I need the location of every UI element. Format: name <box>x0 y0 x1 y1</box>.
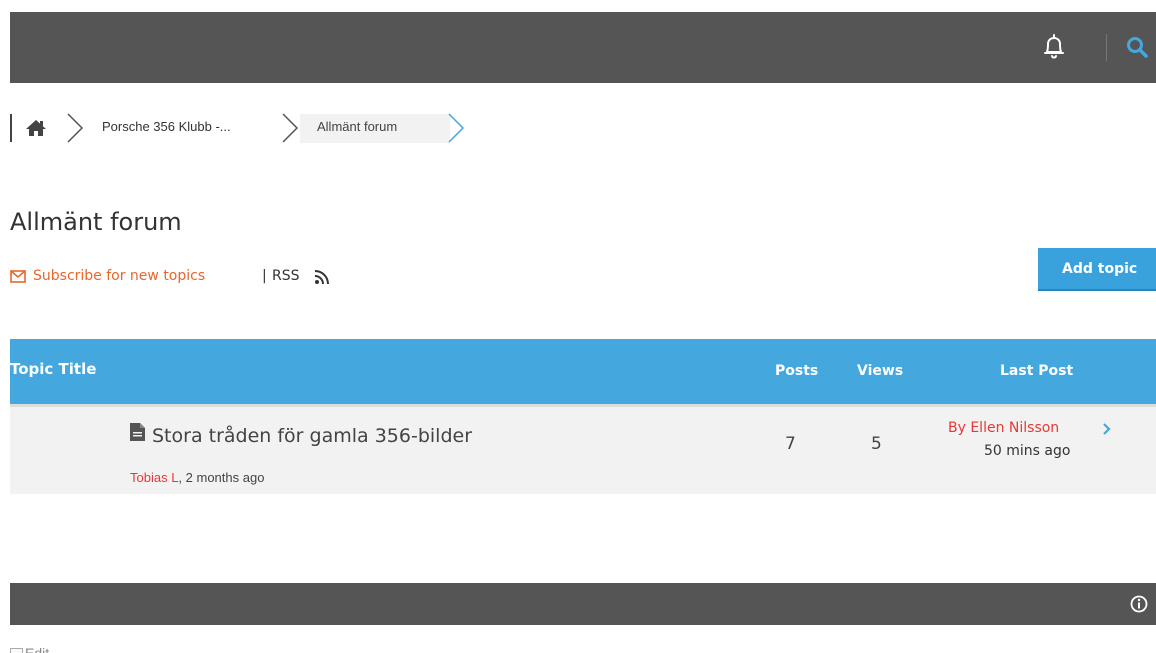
column-header-last-post: Last Post <box>1000 363 1074 379</box>
topic-meta: Tobias L, 2 months ago <box>130 470 264 485</box>
rss-link[interactable]: RSS <box>272 268 300 284</box>
breadcrumb-divider <box>10 114 12 142</box>
info-icon[interactable] <box>1130 595 1148 613</box>
topics-table: Topic Title Posts Views Last Post Stora … <box>10 339 1156 494</box>
column-header-views: Views <box>857 363 904 379</box>
link-separator: | <box>262 268 267 284</box>
chevron-right-icon <box>448 113 465 143</box>
topic-author-link[interactable]: Tobias L <box>130 470 178 485</box>
posts-count: 7 <box>785 434 796 454</box>
last-post-time: 50 mins ago <box>984 443 1071 459</box>
last-post-author-link[interactable]: By Ellen Nilsson <box>948 420 1059 436</box>
table-row: Stora tråden för gamla 356-bilder Tobias… <box>10 404 1156 494</box>
chevron-right-icon <box>67 113 84 143</box>
edit-checkbox[interactable] <box>10 648 23 653</box>
topic-title-link[interactable]: Stora tråden för gamla 356-bilder <box>152 425 472 447</box>
chevron-right-icon <box>282 113 299 143</box>
add-topic-button[interactable]: Add topic <box>1038 248 1156 289</box>
views-count: 5 <box>871 434 882 454</box>
search-icon[interactable] <box>1125 34 1149 60</box>
topic-age: , 2 months ago <box>178 470 265 485</box>
top-navbar <box>10 12 1156 83</box>
home-icon[interactable] <box>25 119 47 137</box>
navbar-divider <box>1106 34 1107 61</box>
edit-label: Edit <box>25 645 50 653</box>
table-header: Topic Title Posts Views Last Post <box>10 339 1156 404</box>
breadcrumb-item-club[interactable]: Porsche 356 Klubb -... <box>102 119 231 134</box>
chevron-right-icon[interactable] <box>1102 422 1112 436</box>
subscribe-link[interactable]: Subscribe for new topics <box>33 268 205 284</box>
document-icon <box>130 423 145 441</box>
footer-bar <box>10 583 1156 625</box>
rss-icon[interactable] <box>314 270 329 285</box>
page-title: Allmänt forum <box>10 208 182 236</box>
bell-icon[interactable] <box>1041 33 1067 61</box>
breadcrumb-item-forum[interactable]: Allmänt forum <box>317 119 397 134</box>
column-header-posts: Posts <box>775 363 819 379</box>
column-header-topic-title: Topic Title <box>10 360 97 378</box>
envelope-icon <box>10 270 26 283</box>
